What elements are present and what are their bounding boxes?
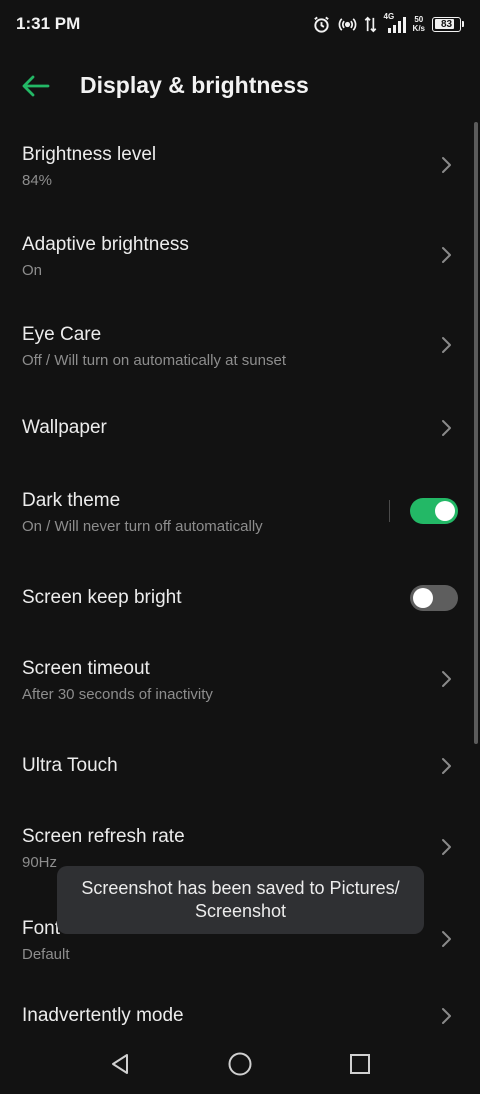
scrollbar[interactable] [474,122,478,744]
battery-icon: 83 [432,16,461,32]
home-circle-icon [228,1052,252,1076]
settings-row-subtitle: 84% [22,172,53,189]
settings-row-screen-timeout[interactable]: Screen timeout After 30 seconds of inacti… [0,634,480,730]
settings-row-eye-care[interactable]: Eye Care Off / Will turn on automatically… [0,300,480,390]
nav-recents-button[interactable] [340,1044,380,1084]
toast-message: Screenshot has been saved to Pictures/ S… [57,866,424,934]
nav-home-button[interactable] [220,1044,260,1084]
toggle-knob [435,501,455,521]
settings-row-title: Dark theme [22,490,121,511]
alarm-icon [313,16,329,33]
chevron-right-icon [442,157,451,173]
chevron-right-icon [442,671,451,687]
status-icons: 4G 50 K/s 83 [312,12,464,36]
chevron-right-icon [442,758,451,774]
back-triangle-icon [112,1054,128,1074]
signal-icon [387,16,406,33]
row-divider [389,500,390,522]
recents-square-icon [350,1054,370,1074]
settings-row-ultra-touch[interactable]: Ultra Touch [0,730,480,802]
settings-row-adaptive-brightness[interactable]: Adaptive brightness On [0,210,480,300]
battery-level: 83 [440,18,453,30]
settings-row-title: Wallpaper [22,417,107,438]
chevron-right-icon [442,420,451,436]
settings-row-subtitle: Off / Will turn on automatically at suns… [22,352,287,369]
settings-row-wallpaper[interactable]: Wallpaper [0,390,480,466]
settings-row-title: Screen refresh rate [22,826,185,847]
settings-row-title: Ultra Touch [22,755,118,776]
settings-row-subtitle: After 30 seconds of inactivity [22,686,213,703]
navigation-bar [0,1032,480,1094]
settings-row-brightness-level[interactable]: Brightness level 84% [0,120,480,210]
chevron-right-icon [442,931,451,947]
status-time: 1:31 PM [16,14,81,33]
chevron-right-icon [442,839,451,855]
settings-row-title: Eye Care [22,324,102,345]
screen: 1:31 PM 4G 50 K/s 83 Display & brightnes… [0,0,480,1094]
battery-tip [462,21,464,27]
chevron-right-icon [442,1008,451,1024]
signal-group: 4G [384,12,406,34]
hotspot-icon [338,17,356,31]
data-speed-unit: K/s [412,24,425,33]
chevron-right-icon [442,247,451,263]
data-speed: 50 K/s [413,15,425,33]
settings-row-subtitle: On / Will never turn off automatically [22,518,263,535]
page-title: Display & brightness [80,72,309,98]
toggle-switch[interactable] [410,498,458,524]
settings-row-subtitle: On [22,262,43,279]
settings-row-subtitle: 90Hz [22,854,58,871]
settings-row-subtitle: Default [22,946,70,963]
settings-row-dark-theme[interactable]: Dark theme On / Will never turn off autom… [0,466,480,562]
arrow-left-icon [22,75,50,97]
settings-row-title: Brightness level [22,144,157,165]
settings-row-screen-keep-bright[interactable]: Screen keep bright [0,562,480,634]
status-bar: 1:31 PM 4G 50 K/s 83 [0,0,480,48]
settings-row-title: Screen keep bright [22,587,182,608]
settings-row-title: Adaptive brightness [22,234,189,255]
toggle-switch[interactable] [410,585,458,611]
data-speed-value: 50 [414,15,424,24]
data-arrows-icon [364,16,376,32]
nav-back-button[interactable] [100,1044,140,1084]
app-header: Display & brightness [0,56,480,116]
toast-line-2: Screenshot [194,901,287,921]
toggle-knob [413,588,433,608]
settings-row-title: Inadvertently mode [22,1005,184,1026]
chevron-right-icon [442,337,451,353]
back-button[interactable] [16,66,56,106]
toast-line-1: Screenshot has been saved to Pictures/ [81,878,400,898]
settings-row-title: Screen timeout [22,658,150,679]
